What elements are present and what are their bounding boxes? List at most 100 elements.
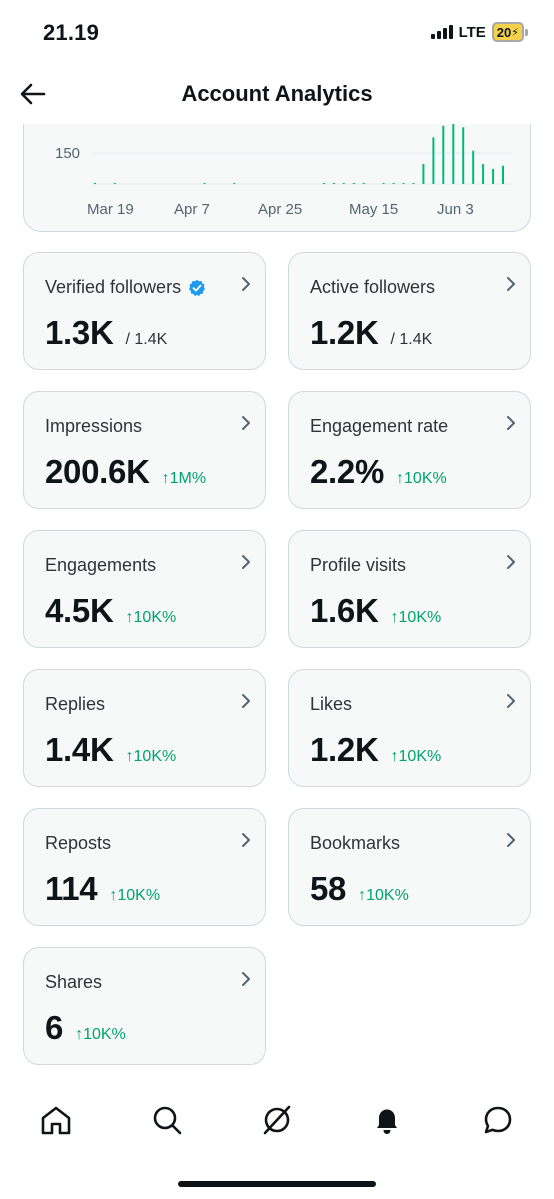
chart-bar [492, 169, 495, 184]
metric-value-row: 1.4K ↑10K% [45, 731, 176, 769]
chart-card: 150 Mar 19 Apr 7 Apr 25 May 15 Jun 3 [23, 124, 531, 232]
metric-card[interactable]: Engagement rate 2.2% ↑10K% [288, 391, 531, 509]
chevron-right-icon [507, 833, 515, 847]
x-ticks-group: Mar 19 Apr 7 Apr 25 May 15 Jun 3 [87, 201, 474, 218]
metric-card[interactable]: Engagements 4.5K ↑10K% [23, 530, 266, 648]
bottom-nav [0, 1090, 554, 1150]
battery-icon: 20 ⚡ [491, 22, 528, 42]
metric-card[interactable]: Replies 1.4K ↑10K% [23, 669, 266, 787]
nav-home[interactable] [36, 1100, 76, 1140]
metric-label: Shares [45, 972, 103, 992]
status-bar: 21.19 LTE 20 ⚡ [0, 0, 554, 66]
metric-label-row: Reposts [45, 833, 111, 854]
metric-card[interactable]: Shares 6 ↑10K% [23, 947, 266, 1065]
metric-label: Replies [45, 694, 106, 714]
metric-value-row: 1.3K / 1.4K [45, 314, 167, 352]
activity-chart: 150 Mar 19 Apr 7 Apr 25 May 15 Jun 3 [55, 124, 512, 218]
metric-label: Likes [310, 694, 353, 714]
metric-card[interactable]: Impressions 200.6K ↑1M% [23, 391, 266, 509]
home-icon [41, 1106, 71, 1135]
metric-card[interactable]: Profile visits 1.6K ↑10K% [288, 530, 531, 648]
metric-label-row: Replies [45, 694, 105, 715]
metric-label-row: Impressions [45, 416, 142, 437]
chart-bar [482, 164, 485, 184]
metric-change: ↑10K% [390, 609, 442, 626]
metric-label-row: Likes [310, 694, 352, 715]
chevron-right-icon [242, 555, 250, 569]
metric-value: 1.6K [310, 592, 379, 629]
chart-bar [392, 183, 395, 184]
metric-value: 2.2% [310, 453, 385, 490]
chart-bar [502, 165, 504, 184]
chart-bar [452, 124, 455, 184]
chart-bar [322, 183, 325, 184]
metric-total: / 1.4K [125, 331, 168, 348]
metric-card[interactable]: Verified followers 1.3K / 1.4K [23, 252, 266, 370]
header: Account Analytics [0, 66, 554, 124]
metric-change: ↑10K% [396, 470, 447, 487]
metric-value-row: 1.6K ↑10K% [310, 592, 441, 630]
grok-icon [263, 1105, 291, 1135]
metric-value-row: 2.2% ↑10K% [310, 453, 447, 491]
metric-card[interactable]: Likes 1.2K ↑10K% [288, 669, 531, 787]
chart-bar [233, 183, 236, 184]
metric-label: Engagement rate [310, 416, 449, 436]
metric-change: ↑10K% [75, 1026, 126, 1043]
nav-search[interactable] [147, 1100, 187, 1140]
metric-value: 6 [45, 1009, 64, 1046]
metric-change: ↑10K% [358, 887, 409, 904]
chart-bar [442, 125, 445, 184]
metric-value-row: 200.6K ↑1M% [45, 453, 206, 491]
metric-card[interactable]: Active followers 1.2K / 1.4K [288, 252, 531, 370]
chevron-right-icon [242, 277, 250, 291]
battery-level: 20 [496, 24, 512, 40]
metric-value: 1.4K [45, 731, 114, 768]
chart-bar [113, 183, 116, 184]
y-tick-label: 150 [55, 145, 80, 162]
chevron-right-icon [507, 277, 515, 291]
verified-badge-icon [189, 279, 206, 296]
metric-value: 114 [45, 870, 98, 907]
metric-label-row: Shares [45, 972, 102, 993]
chart-bar [94, 183, 96, 184]
page-title: Account Analytics [181, 81, 373, 106]
metric-change: ↑10K% [125, 748, 177, 765]
metric-label-row: Bookmarks [310, 833, 400, 854]
chevron-right-icon [242, 694, 250, 708]
chart-bar [382, 183, 385, 184]
metric-label: Bookmarks [310, 833, 401, 853]
chart-bar [362, 183, 365, 184]
nav-notifications[interactable] [367, 1100, 407, 1140]
x-tick-label: Mar 19 [87, 201, 134, 218]
metric-change: ↑10K% [125, 609, 177, 626]
home-indicator [178, 1181, 376, 1187]
x-tick-label: Apr 25 [258, 201, 302, 218]
metric-change: ↑10K% [390, 748, 442, 765]
metric-label-row: Verified followers [45, 277, 206, 298]
chevron-right-icon [242, 972, 250, 986]
chart-bar [332, 183, 335, 184]
status-indicators: LTE 20 ⚡ [430, 22, 528, 42]
bars-group [94, 124, 504, 184]
status-time: 21.19 [43, 20, 100, 45]
chart-bar [462, 127, 465, 184]
metric-total: / 1.4K [390, 331, 433, 348]
metric-card[interactable]: Reposts 114 ↑10K% [23, 808, 266, 926]
metric-value-row: 114 ↑10K% [45, 870, 160, 908]
metric-value-row: 58 ↑10K% [310, 870, 409, 908]
metric-label: Active followers [310, 277, 436, 297]
metric-value-row: 4.5K ↑10K% [45, 592, 176, 630]
nav-messages[interactable] [478, 1100, 518, 1140]
metric-label-row: Engagement rate [310, 416, 448, 437]
nav-grok[interactable] [257, 1100, 297, 1140]
metric-label: Profile visits [310, 555, 407, 575]
metric-value: 1.3K [45, 314, 114, 351]
messages-icon [484, 1106, 512, 1134]
metric-change: ↑10K% [109, 887, 161, 904]
search-icon [153, 1106, 182, 1135]
metric-label-row: Active followers [310, 277, 435, 298]
metric-card[interactable]: Bookmarks 58 ↑10K% [288, 808, 531, 926]
chart-bar [342, 183, 345, 184]
x-tick-label: Jun 3 [437, 201, 474, 218]
metric-label-row: Engagements [45, 555, 156, 576]
